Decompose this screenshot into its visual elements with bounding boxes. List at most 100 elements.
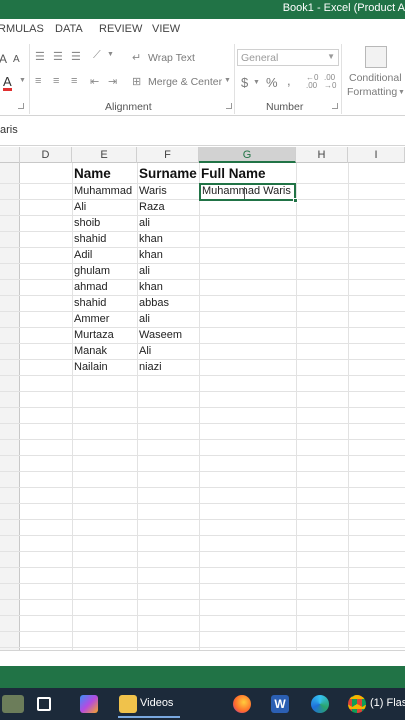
orientation-icon[interactable]: ⟋: [93, 49, 101, 62]
conditional-formatting-icon[interactable]: [365, 46, 387, 68]
header-full-name[interactable]: Full Name: [201, 166, 266, 181]
cell-surname[interactable]: abbas: [139, 297, 169, 309]
column-header-f[interactable]: F: [137, 147, 199, 163]
edge-icon: [311, 695, 329, 713]
alignment-dialog-launcher-icon[interactable]: [226, 103, 232, 109]
merge-center-button[interactable]: Merge & Center: [148, 76, 222, 88]
cell-surname[interactable]: khan: [139, 281, 163, 293]
number-format-dropdown[interactable]: General ▼: [237, 49, 339, 66]
increase-decimal-icon[interactable]: ←0.00: [306, 74, 318, 90]
decrease-indent-icon[interactable]: ⇤: [90, 75, 99, 88]
decrease-decimal-icon[interactable]: .00 →0: [324, 74, 336, 90]
word-button[interactable]: W: [268, 688, 292, 720]
column-header-d[interactable]: D: [20, 147, 72, 163]
gridline-horizontal: [0, 455, 405, 456]
cell-surname[interactable]: Waseem: [139, 329, 182, 341]
wrap-text-button[interactable]: Wrap Text: [148, 52, 195, 64]
header-surname[interactable]: Surname: [139, 166, 197, 181]
group-separator: [29, 44, 30, 114]
cell-name[interactable]: shoib: [74, 217, 100, 229]
cell-surname[interactable]: khan: [139, 249, 163, 261]
cell-name[interactable]: shahid: [74, 297, 106, 309]
gridline-horizontal: [0, 471, 405, 472]
cell-name[interactable]: ghulam: [74, 265, 110, 277]
cell-name[interactable]: Murtaza: [74, 329, 114, 341]
cell-name[interactable]: Adil: [74, 249, 92, 261]
cell-surname[interactable]: ali: [139, 265, 150, 277]
number-dialog-launcher-icon[interactable]: [332, 103, 338, 109]
cell-name[interactable]: Ali: [74, 201, 86, 213]
cell-surname[interactable]: Raza: [139, 201, 165, 213]
active-window-indicator: [118, 716, 180, 718]
font-color-button[interactable]: A: [3, 75, 12, 91]
align-top-icon[interactable]: ☰: [35, 50, 45, 63]
tab-data[interactable]: DATA: [55, 23, 83, 35]
column-headers: D E F G H I: [0, 147, 405, 163]
align-left-icon[interactable]: ≡: [35, 75, 41, 87]
corner-select-all[interactable]: [0, 147, 20, 163]
gridline-horizontal: [0, 279, 405, 280]
task-view-icon: [37, 697, 51, 711]
taskbar-label-videos: Videos: [140, 697, 174, 709]
wrap-text-icon[interactable]: ↵: [132, 51, 141, 64]
font-dialog-launcher-icon[interactable]: [18, 103, 24, 109]
gridline-horizontal: [0, 631, 405, 632]
tab-formulas[interactable]: RMULAS: [0, 23, 44, 35]
chevron-down-icon[interactable]: ▼: [224, 77, 231, 84]
align-right-icon[interactable]: ≡: [71, 75, 77, 87]
merge-center-icon[interactable]: ⊞: [132, 75, 141, 88]
copilot-button[interactable]: [78, 688, 104, 720]
cell-surname[interactable]: niazi: [139, 361, 162, 373]
cell-name[interactable]: ahmad: [74, 281, 108, 293]
comma-button[interactable]: ,: [287, 73, 291, 88]
gridline-horizontal: [0, 583, 405, 584]
conditional-formatting-label[interactable]: Conditional: [349, 72, 402, 84]
cell-name[interactable]: Muhammad: [74, 185, 132, 197]
column-header-i[interactable]: I: [348, 147, 405, 163]
align-center-icon[interactable]: ≡: [53, 75, 59, 87]
firefox-button[interactable]: [230, 688, 254, 720]
chevron-down-icon[interactable]: ▼: [19, 77, 26, 84]
column-header-e[interactable]: E: [72, 147, 137, 163]
cell-surname[interactable]: Waris: [139, 185, 167, 197]
worksheet-grid[interactable]: Name Surname Full Name Muhammad Waris Mu…: [0, 163, 405, 650]
cell-surname[interactable]: ali: [139, 217, 150, 229]
percent-button[interactable]: %: [266, 75, 278, 90]
chevron-down-icon[interactable]: ▼: [107, 51, 114, 58]
currency-button[interactable]: $: [241, 75, 248, 90]
font-size-down-button[interactable]: A: [13, 54, 20, 65]
ribbon-tabs: RMULAS DATA REVIEW VIEW: [0, 19, 405, 40]
column-header-g[interactable]: G: [199, 147, 296, 163]
increase-indent-icon[interactable]: ⇥: [108, 75, 117, 88]
column-header-h[interactable]: H: [296, 147, 348, 163]
gridline-horizontal: [0, 439, 405, 440]
edge-button[interactable]: [308, 688, 332, 720]
cell-name[interactable]: Ammer: [74, 313, 109, 325]
cell-surname[interactable]: khan: [139, 233, 163, 245]
conditional-formatting-label-2[interactable]: Formatting: [347, 86, 397, 98]
active-cell-selection[interactable]: [199, 183, 298, 203]
file-explorer-videos-button[interactable]: Videos: [116, 688, 182, 720]
chevron-down-icon[interactable]: ▼: [253, 79, 260, 86]
font-size-up-button[interactable]: A: [0, 52, 7, 66]
formula-bar-content[interactable]: aris: [0, 124, 18, 136]
gridline-horizontal: [0, 327, 405, 328]
chevron-down-icon[interactable]: ▼: [398, 89, 405, 96]
align-middle-icon[interactable]: ☰: [53, 50, 63, 63]
tab-view[interactable]: VIEW: [152, 23, 180, 35]
cell-name[interactable]: shahid: [74, 233, 106, 245]
cell-surname[interactable]: Ali: [139, 345, 151, 357]
formula-bar[interactable]: aris: [0, 116, 405, 146]
gridline-horizontal: [0, 407, 405, 408]
cell-name[interactable]: Nailain: [74, 361, 108, 373]
cell-name[interactable]: Manak: [74, 345, 107, 357]
align-bottom-icon[interactable]: ☰: [71, 50, 81, 63]
header-name[interactable]: Name: [74, 166, 111, 181]
fill-handle[interactable]: [293, 198, 298, 203]
start-button[interactable]: [0, 688, 28, 720]
cell-surname[interactable]: ali: [139, 313, 150, 325]
chrome-button[interactable]: (1) Flas: [345, 688, 405, 720]
task-view-button[interactable]: [34, 688, 58, 720]
gridline-horizontal: [0, 503, 405, 504]
tab-review[interactable]: REVIEW: [99, 23, 142, 35]
